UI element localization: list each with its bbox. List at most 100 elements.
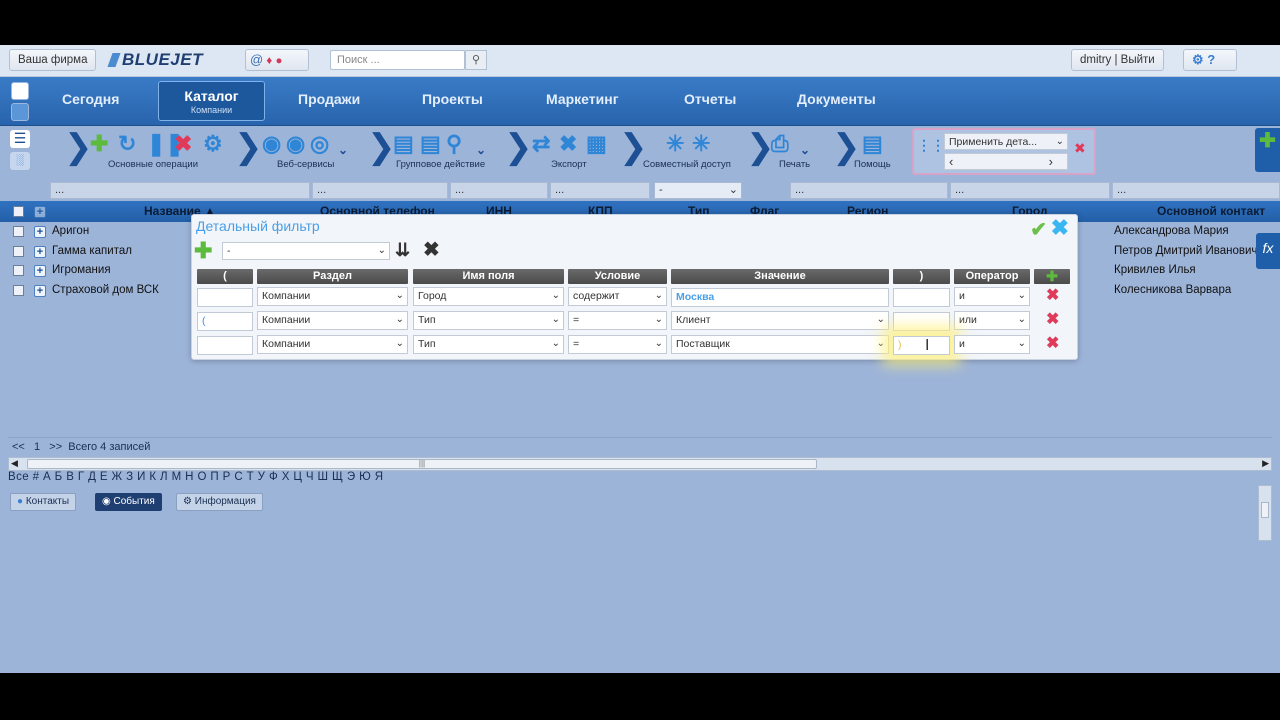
close-paren-input[interactable] — [893, 312, 950, 331]
chevron-down-icon[interactable]: ⌄ — [338, 139, 348, 161]
field-select[interactable]: Тип ⌄ — [413, 311, 564, 330]
user-logout[interactable]: dmitry | Выйти — [1071, 49, 1164, 71]
filter-dots-icon[interactable]: ⋮⋮ — [917, 137, 945, 154]
open-paren-input[interactable] — [197, 288, 253, 307]
tab-events[interactable]: ◉ События — [95, 493, 162, 511]
filter-city[interactable]: ... — [950, 182, 1110, 199]
field-select[interactable]: Город ⌄ — [413, 287, 564, 306]
nav-marketing[interactable]: Маркетинг — [546, 91, 619, 107]
gear-icon[interactable]: ⚙ — [203, 133, 223, 155]
delete-icon[interactable]: ✖ — [174, 133, 192, 155]
tab-contacts[interactable]: ● Контакты — [10, 493, 77, 511]
preset-select[interactable]: - ⌄ — [222, 242, 390, 260]
tab-info[interactable]: ⚙ Информация — [176, 493, 263, 511]
nav-today[interactable]: Сегодня — [62, 91, 119, 107]
filter-inn[interactable]: ... — [450, 182, 548, 199]
bell-icon[interactable]: ♦ — [266, 55, 272, 67]
delete-row-icon[interactable]: ✖ — [1046, 336, 1059, 352]
company-button[interactable]: Ваша фирма — [9, 49, 97, 71]
value-select[interactable]: Клиент ⌄ — [671, 311, 889, 330]
vscroll-thumb[interactable] — [1261, 502, 1269, 518]
close-paren-input[interactable] — [893, 288, 950, 307]
vertical-scrollbar[interactable] — [1258, 485, 1272, 541]
export-x-icon[interactable]: ✖ — [559, 133, 577, 155]
value-select[interactable]: Поставщик ⌄ — [671, 335, 889, 354]
nav-catalog[interactable]: Каталог Компании — [158, 81, 265, 121]
row-name[interactable]: Страховой дом ВСК — [52, 284, 159, 296]
filter-kpp[interactable]: ... — [550, 182, 650, 199]
at-icon[interactable]: @ — [250, 52, 263, 67]
row-checkbox[interactable] — [13, 265, 24, 276]
expand-icon[interactable]: + — [34, 265, 46, 277]
filter-region[interactable]: ... — [790, 182, 948, 199]
expand-icon[interactable]: + — [34, 246, 46, 258]
help-icon[interactable]: ? — [1207, 52, 1215, 67]
operator-select[interactable]: или ⌄ — [954, 311, 1030, 330]
gear-icon[interactable]: ⚙ — [1192, 52, 1204, 67]
delete-row-icon[interactable]: ✖ — [1046, 312, 1059, 328]
select-all-checkbox[interactable] — [13, 206, 24, 217]
nav-sales[interactable]: Продажи — [298, 91, 360, 107]
group-search-icon[interactable]: ⚲ — [446, 133, 462, 155]
transfer-icon[interactable]: ⇄ — [532, 133, 550, 155]
condition-select[interactable]: = ⌄ — [568, 335, 667, 354]
search-icon[interactable]: ⚲ — [465, 50, 487, 70]
table-icon[interactable]: ▦ — [586, 133, 607, 155]
scroll-right-icon[interactable]: ▶ — [1262, 458, 1269, 469]
pager-text[interactable]: << 1 >> Всего 4 записей — [12, 441, 150, 453]
chat-icon[interactable]: ● — [275, 55, 282, 67]
operator-select[interactable]: и ⌄ — [954, 335, 1030, 354]
filter-phone[interactable]: ... — [312, 182, 448, 199]
filter-type-select[interactable]: - ⌄ — [654, 182, 742, 199]
nav-documents[interactable]: Документы — [797, 91, 876, 107]
side-add-icon[interactable]: ✚ — [1255, 128, 1280, 172]
row-name[interactable]: Игромания — [52, 264, 111, 276]
nav-reports[interactable]: Отчеты — [684, 91, 736, 107]
share-icon[interactable]: ✳ — [666, 133, 684, 155]
row-name[interactable]: Гамма капитал — [52, 245, 132, 257]
circle-icon[interactable] — [11, 82, 29, 100]
section-select[interactable]: Компании ⌄ — [257, 287, 408, 306]
add-icon[interactable]: ✚ — [90, 133, 108, 155]
help-film-icon[interactable]: ▤ — [862, 133, 883, 155]
clear-conditions-icon[interactable]: ✖ — [423, 239, 440, 261]
section-select[interactable]: Компании ⌄ — [257, 311, 408, 330]
web-search-icon[interactable]: ◎ — [310, 133, 329, 155]
horizontal-scrollbar[interactable]: ◀ ||| ▶ — [8, 457, 1272, 471]
double-chevron-down-icon[interactable]: ⇊ — [395, 239, 410, 261]
add-condition-icon[interactable]: ✚ — [194, 240, 212, 262]
row-name[interactable]: Аригон — [52, 225, 89, 237]
chevron-down-icon[interactable]: ⌄ — [476, 139, 486, 161]
close-paren-input[interactable]: ) — [893, 336, 950, 355]
notifications-group[interactable]: @ ♦ ● — [245, 49, 309, 71]
section-select[interactable]: Компании ⌄ — [257, 335, 408, 354]
filter-name[interactable]: ... — [50, 182, 310, 199]
clear-filter-icon[interactable]: ✖ — [1074, 140, 1086, 157]
chevron-down-icon[interactable]: ⌄ — [800, 139, 810, 161]
search-input[interactable]: Поиск ... — [330, 50, 465, 70]
chart-icon[interactable]: ░ — [10, 152, 30, 170]
expand-icon[interactable]: + — [34, 226, 46, 238]
map-pin-icon[interactable]: ◉ — [262, 133, 281, 155]
row-checkbox[interactable] — [13, 285, 24, 296]
row-checkbox[interactable] — [13, 226, 24, 237]
chevron-left-icon[interactable]: ‹ — [949, 154, 953, 169]
group-move-icon[interactable]: ▤ — [420, 133, 441, 155]
close-icon[interactable]: ✖ — [1051, 215, 1069, 241]
group-edit-icon[interactable]: ▤ — [393, 133, 414, 155]
menu-icon[interactable]: ☰ — [10, 130, 30, 148]
print-icon[interactable]: ⎙ — [771, 133, 789, 155]
expand-icon[interactable]: + — [34, 285, 46, 297]
filter-nav-bar[interactable]: ‹ › — [944, 153, 1068, 170]
star-icon[interactable] — [11, 103, 29, 121]
row-checkbox[interactable] — [13, 246, 24, 257]
condition-select[interactable]: = ⌄ — [568, 311, 667, 330]
expand-all-icon[interactable]: + — [34, 206, 46, 218]
add-row-icon[interactable]: ✚ — [1034, 269, 1070, 284]
refresh-icon[interactable]: ↻ — [118, 133, 136, 155]
formula-icon[interactable]: fx — [1256, 233, 1280, 269]
field-select[interactable]: Тип ⌄ — [413, 335, 564, 354]
apply-filter-select[interactable]: Применить дета... ⌄ — [944, 133, 1068, 150]
alphabet-filter[interactable]: Все # А Б В Г Д Е Ж З И К Л М Н О П Р С … — [8, 471, 383, 483]
scroll-thumb[interactable]: ||| — [27, 459, 817, 469]
